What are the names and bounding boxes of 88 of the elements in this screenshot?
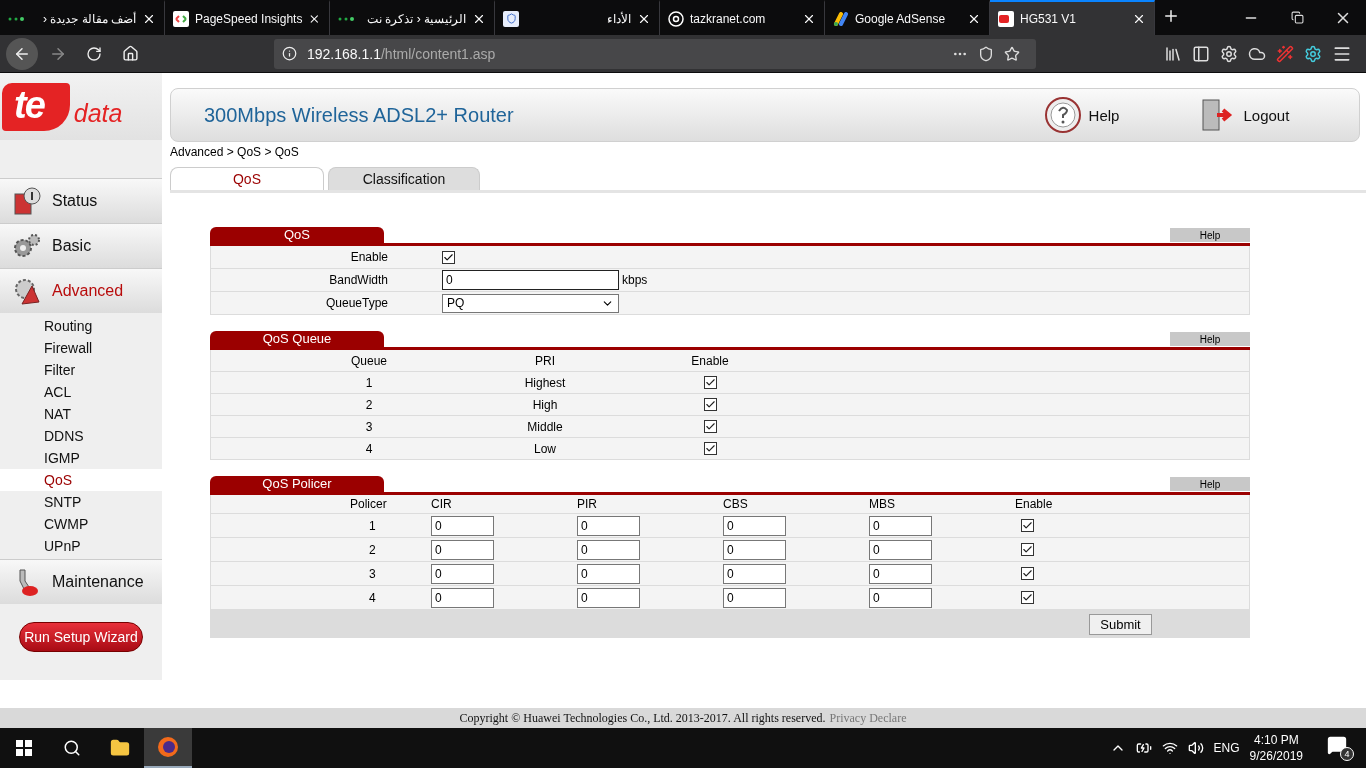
url-text: 192.168.1.1/html/content1.asp (307, 45, 496, 62)
tab-title: Google AdSense (855, 11, 947, 26)
cbs-field[interactable]: 0 (723, 587, 786, 608)
table-cell-text: 3 (364, 419, 374, 434)
sidebar-subitem[interactable]: UPnP (0, 535, 162, 557)
page-tab[interactable]: Classification (328, 167, 480, 190)
page-tab[interactable]: QoS (170, 167, 324, 190)
column-header: PRI (534, 353, 556, 368)
router-title: 300Mbps Wireless ADSL2+ Router (204, 103, 514, 127)
cbs-field[interactable]: 0 (723, 515, 786, 536)
table-cell-text: 2 (368, 542, 377, 557)
mbs-field[interactable]: 0 (869, 539, 932, 560)
column-header: MBS (869, 497, 896, 511)
tab-title: أضف مقالة جديدة ‹ (42, 11, 136, 26)
table-cell-text: 4 (364, 441, 374, 456)
column-header: Enable (690, 353, 730, 368)
column-header: Enable (1015, 497, 1054, 511)
field-label: Enable (349, 250, 388, 264)
column-header: Queue (350, 353, 388, 368)
sidebar-subitem[interactable]: Firewall (0, 337, 162, 359)
column-header: PIR (577, 497, 598, 511)
pir-field[interactable]: 0 (577, 515, 640, 536)
sidebar-subitem[interactable]: QoS (0, 469, 162, 491)
table-cell-text: 4 (368, 590, 377, 605)
table-cell-text: 3 (368, 566, 377, 581)
sidebar-subitem[interactable]: DDNS (0, 425, 162, 447)
field-label: BandWidth (328, 273, 388, 287)
sidebar-subitem[interactable]: CWMP (0, 513, 162, 535)
pir-field[interactable]: 0 (577, 563, 640, 584)
mbs-field[interactable]: 0 (869, 587, 932, 608)
help-button[interactable]: Help (1170, 477, 1250, 491)
section-title: QoS Policer (210, 476, 384, 492)
help-link[interactable]: Help (1044, 97, 1120, 133)
tab-title: HG531 V1 (1020, 11, 1078, 26)
queue-type-select[interactable]: PQ (442, 293, 619, 313)
pir-field[interactable]: 0 (577, 587, 640, 608)
table-cell-text: 2 (364, 397, 374, 412)
tab-title: PageSpeed Insights (195, 11, 303, 26)
mbs-field[interactable]: 0 (869, 515, 932, 536)
tab-title: الرئيسية ‹ تذكرة نت (366, 11, 466, 26)
cbs-field[interactable]: 0 (723, 539, 786, 560)
section-title: QoS Queue (210, 331, 384, 347)
table-cell-text: High (531, 397, 559, 412)
address-bar[interactable]: 192.168.1.1/html/content1.asp (274, 38, 1036, 69)
cir-field[interactable]: 0 (431, 515, 494, 536)
logout-link[interactable]: Logout (1199, 97, 1290, 133)
sidebar-subitem[interactable]: NAT (0, 403, 162, 425)
table-cell-text: 1 (364, 375, 374, 390)
sidebar-item[interactable]: Basic (0, 223, 162, 268)
sidebar-item[interactable]: Advanced (0, 268, 162, 313)
pir-field[interactable]: 0 (577, 539, 640, 560)
mbs-field[interactable]: 0 (869, 563, 932, 584)
cir-field[interactable]: 0 (431, 539, 494, 560)
help-button[interactable]: Help (1170, 228, 1250, 242)
sidebar-item[interactable]: Status (0, 178, 162, 223)
table-cell-text: Low (533, 441, 557, 456)
logo-text: data (73, 99, 123, 128)
sidebar-subitem[interactable]: SNTP (0, 491, 162, 513)
column-header: CIR (431, 497, 453, 511)
bandwidth-field[interactable]: 0 (442, 270, 619, 290)
unit-label: kbps (621, 273, 649, 287)
copyright-text: Copyright © Huawei Technologies Co., Ltd. 2013-2017. All rights reserved. (459, 710, 826, 726)
field-label: QueueType (324, 296, 388, 310)
tab-title: tazkranet.com (690, 11, 767, 26)
notifications-button[interactable]: 4 (1327, 735, 1354, 761)
sidebar-item[interactable]: Maintenance (0, 559, 162, 604)
submit-button[interactable]: Submit (1089, 613, 1152, 635)
table-cell-text: Middle (526, 419, 564, 434)
language-indicator[interactable]: ENG (1213, 741, 1240, 755)
column-header: CBS (723, 497, 749, 511)
sidebar-subitem[interactable]: Filter (0, 359, 162, 381)
column-header: Policer (349, 497, 388, 511)
tab-title: الأداء (606, 11, 631, 26)
table-cell-text: 1 (368, 518, 377, 533)
sidebar-subitem[interactable]: IGMP (0, 447, 162, 469)
table-cell-text: Highest (523, 375, 567, 390)
cir-field[interactable]: 0 (431, 587, 494, 608)
setup-wizard-button[interactable]: Run Setup Wizard (19, 622, 143, 652)
cir-field[interactable]: 0 (431, 563, 494, 584)
sidebar-subitem[interactable]: Routing (0, 315, 162, 337)
cbs-field[interactable]: 0 (723, 563, 786, 584)
sidebar-subitem[interactable]: ACL (0, 381, 162, 403)
browser-tab[interactable]: HG531 V1 (990, 0, 1155, 35)
help-button[interactable]: Help (1170, 332, 1250, 346)
clock[interactable]: 4:10 PM 9/26/2019 (1249, 732, 1303, 764)
section-title: QoS (210, 227, 384, 243)
logo-mark: te (2, 82, 70, 131)
breadcrumb: Advanced > QoS > QoS (170, 145, 300, 161)
